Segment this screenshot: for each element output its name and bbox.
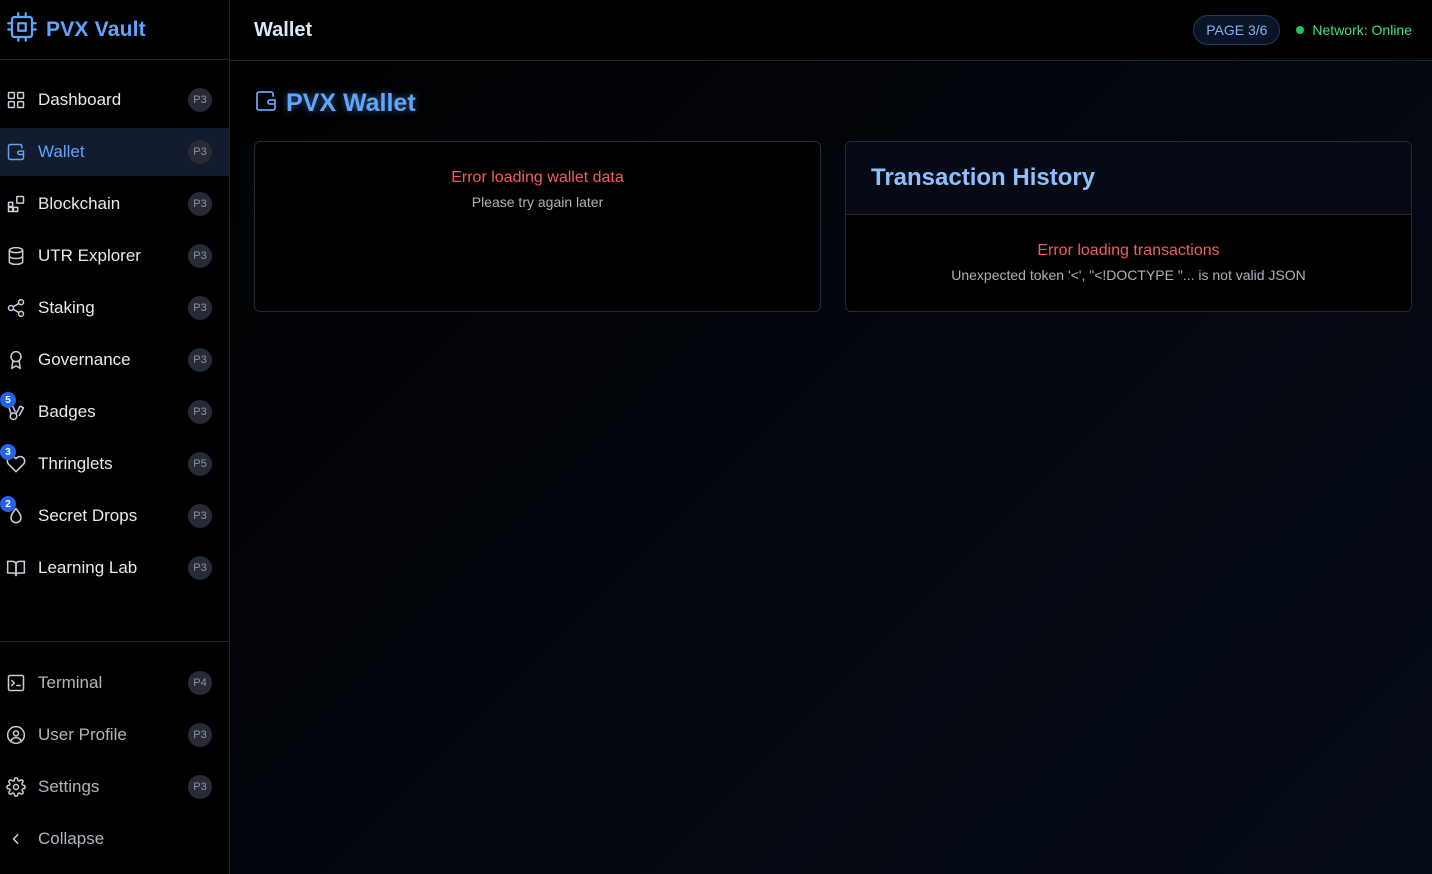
section-heading: PVX Wallet bbox=[254, 87, 1412, 119]
chevron-left-icon bbox=[6, 829, 26, 849]
sidebar-item-badges[interactable]: 5 Badges P3 bbox=[0, 388, 229, 436]
card-header: Transaction History bbox=[846, 142, 1411, 215]
collapse-label: Collapse bbox=[38, 829, 105, 848]
award-icon bbox=[6, 350, 26, 370]
phase-badge: P3 bbox=[188, 504, 212, 528]
sidebar-item-learning-lab[interactable]: Learning Lab P3 bbox=[0, 544, 229, 592]
wallet-page: PVX Wallet Error loading wallet data Ple… bbox=[230, 61, 1432, 312]
sidebar-bottom-nav: Terminal P4 User Profile P3 Settings P3 bbox=[0, 659, 229, 867]
notification-count: 3 bbox=[0, 444, 16, 460]
sidebar-item-label: Governance bbox=[38, 350, 131, 369]
sidebar-item-blockchain[interactable]: Blockchain P3 bbox=[0, 180, 229, 228]
sidebar-item-staking[interactable]: Staking P3 bbox=[0, 284, 229, 332]
book-icon bbox=[6, 558, 26, 578]
phase-badge: P3 bbox=[188, 296, 212, 320]
phase-badge: P3 bbox=[188, 556, 212, 580]
brand[interactable]: PVX Vault bbox=[0, 0, 229, 60]
phase-badge: P3 bbox=[188, 775, 212, 799]
sidebar-item-wallet[interactable]: Wallet P3 bbox=[0, 128, 229, 176]
gear-icon bbox=[6, 777, 26, 797]
phase-badge: P5 bbox=[188, 452, 212, 476]
sidebar: PVX Vault Dashboard P3 Wallet P3 Blockch… bbox=[0, 0, 230, 874]
blocks-icon bbox=[6, 194, 26, 214]
sidebar-nav: Dashboard P3 Wallet P3 Blockchain P3 UTR… bbox=[0, 76, 229, 592]
page-title: Wallet bbox=[254, 18, 313, 41]
page-indicator-badge: PAGE 3/6 bbox=[1193, 15, 1281, 45]
sidebar-item-utr-explorer[interactable]: UTR Explorer P3 bbox=[0, 232, 229, 280]
sidebar-item-user-profile[interactable]: User Profile P3 bbox=[0, 711, 229, 759]
transaction-history-title: Transaction History bbox=[871, 164, 1096, 191]
chip-icon bbox=[7, 12, 37, 47]
sidebar-item-label: Thringlets bbox=[38, 454, 113, 473]
cards-row: Error loading wallet data Please try aga… bbox=[254, 141, 1412, 312]
sidebar-item-label: UTR Explorer bbox=[38, 246, 141, 265]
phase-badge: P3 bbox=[188, 348, 212, 372]
database-icon bbox=[6, 246, 26, 266]
transactions-error-title: Error loading transactions bbox=[1037, 242, 1220, 259]
wallet-icon bbox=[254, 89, 278, 118]
network-status-text: Network: Online bbox=[1312, 22, 1412, 38]
sidebar-item-label: Settings bbox=[38, 777, 100, 796]
sidebar-divider bbox=[0, 641, 229, 642]
transaction-history-card: Transaction History Error loading transa… bbox=[845, 141, 1412, 312]
wallet-card: Error loading wallet data Please try aga… bbox=[254, 141, 821, 312]
sidebar-item-label: User Profile bbox=[38, 725, 127, 744]
phase-badge: P3 bbox=[188, 244, 212, 268]
sidebar-item-settings[interactable]: Settings P3 bbox=[0, 763, 229, 811]
sidebar-item-label: Wallet bbox=[38, 142, 85, 161]
wallet-error-title: Error loading wallet data bbox=[451, 169, 624, 186]
notification-count: 5 bbox=[0, 392, 16, 408]
terminal-icon bbox=[6, 673, 26, 693]
phase-badge: P3 bbox=[188, 88, 212, 112]
network-status: Network: Online bbox=[1296, 22, 1412, 38]
sidebar-item-secret-drops[interactable]: 2 Secret Drops P3 bbox=[0, 492, 229, 540]
user-circle-icon bbox=[6, 725, 26, 745]
grid-icon bbox=[6, 90, 26, 110]
collapse-button[interactable]: Collapse bbox=[0, 815, 229, 863]
brand-title: PVX Vault bbox=[46, 17, 146, 41]
wallet-heading: PVX Wallet bbox=[286, 88, 416, 117]
main-content: Wallet PAGE 3/6 Network: Online PVX Wall… bbox=[230, 0, 1432, 874]
sidebar-item-dashboard[interactable]: Dashboard P3 bbox=[0, 76, 229, 124]
top-bar: Wallet PAGE 3/6 Network: Online bbox=[230, 0, 1432, 61]
wallet-icon bbox=[6, 142, 26, 162]
share-icon bbox=[6, 298, 26, 318]
status-dot-icon bbox=[1296, 26, 1305, 34]
notification-count: 2 bbox=[0, 496, 16, 512]
wallet-error-message: Please try again later bbox=[471, 194, 604, 210]
transactions-error-message: Unexpected token '<', "<!DOCTYPE "... is… bbox=[951, 267, 1306, 283]
phase-badge: P3 bbox=[188, 140, 212, 164]
sidebar-item-label: Dashboard bbox=[38, 90, 122, 109]
phase-badge: P3 bbox=[188, 192, 212, 216]
sidebar-item-terminal[interactable]: Terminal P4 bbox=[0, 659, 229, 707]
sidebar-item-label: Badges bbox=[38, 402, 96, 421]
sidebar-item-label: Learning Lab bbox=[38, 558, 138, 577]
phase-badge: P3 bbox=[188, 723, 212, 747]
phase-badge: P4 bbox=[188, 671, 212, 695]
sidebar-item-governance[interactable]: Governance P3 bbox=[0, 336, 229, 384]
sidebar-item-label: Secret Drops bbox=[38, 506, 138, 525]
sidebar-item-label: Terminal bbox=[38, 673, 103, 692]
sidebar-item-thringlets[interactable]: 3 Thringlets P5 bbox=[0, 440, 229, 488]
sidebar-item-label: Blockchain bbox=[38, 194, 121, 213]
sidebar-item-label: Staking bbox=[38, 298, 95, 317]
phase-badge: P3 bbox=[188, 400, 212, 424]
